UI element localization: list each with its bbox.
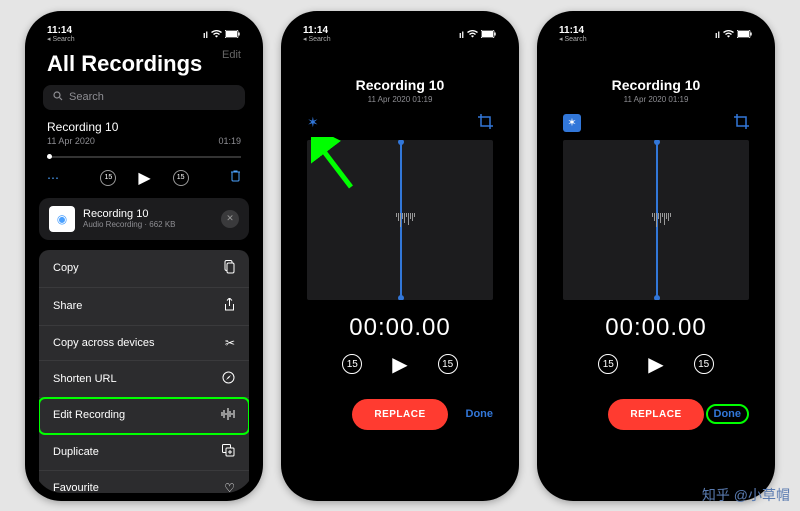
action-copy[interactable]: Copy	[39, 250, 249, 288]
search-input[interactable]: Search	[43, 85, 245, 110]
waveform-display[interactable]	[563, 140, 749, 300]
bottom-actions: REPLACE Done	[545, 381, 767, 430]
skip-back-15-icon[interactable]: 15	[342, 354, 362, 374]
duplicate-icon	[222, 444, 235, 460]
playback-controls: 15 ▶ 15	[289, 348, 511, 381]
action-favourite[interactable]: Favourite ♡	[39, 471, 249, 493]
phone-1-all-recordings: 11:14 ◂ Search ıl Edit All Recordings Se…	[25, 11, 263, 501]
bottom-actions: REPLACE Done	[289, 381, 511, 430]
notch	[345, 11, 455, 33]
done-button[interactable]: Done	[706, 404, 750, 424]
skip-fwd-15-icon[interactable]: 15	[438, 354, 458, 374]
battery-icon	[481, 30, 497, 40]
skip-back-15-icon[interactable]: 15	[598, 354, 618, 374]
share-subtitle: Audio Recording · 662 KB	[83, 220, 213, 229]
edit-subtitle: 11 Apr 2020 01:19	[545, 95, 767, 104]
play-icon[interactable]: ▶	[138, 168, 150, 188]
notch	[89, 11, 199, 33]
edit-header: Recording 10 11 Apr 2020 01:19	[289, 45, 511, 108]
recording-thumbnail-icon: ◉	[49, 206, 75, 232]
screen-2: 11:14 ◂ Search ıl Recording 10 11 Apr 20…	[289, 19, 511, 493]
crop-icon[interactable]	[478, 114, 493, 132]
done-button[interactable]: Done	[466, 408, 494, 420]
magic-wand-active-icon[interactable]: ✶	[563, 114, 581, 132]
heart-icon: ♡	[224, 481, 235, 493]
back-search[interactable]: ◂ Search	[559, 36, 587, 43]
edit-subtitle: 11 Apr 2020 01:19	[289, 95, 511, 104]
edit-title: Recording 10	[545, 77, 767, 93]
timer-display: 00:00.00	[545, 300, 767, 348]
copy-icon	[223, 260, 235, 277]
skip-back-icon[interactable]: 15	[100, 170, 116, 186]
scissors-icon: ✂	[225, 336, 235, 350]
phone-3-edit-done: 11:14 ◂ Search ıl Recording 10 11 Apr 20…	[537, 11, 775, 501]
options-icon[interactable]: ⋯	[47, 171, 59, 185]
playback-controls: 15 ▶ 15	[545, 348, 767, 381]
timer-display: 00:00.00	[289, 300, 511, 348]
search-placeholder: Search	[69, 91, 104, 103]
edit-button[interactable]: Edit	[222, 49, 241, 61]
scrubber[interactable]	[47, 156, 241, 158]
waveform-display[interactable]	[307, 140, 493, 300]
action-edit-recording[interactable]: Edit Recording	[39, 398, 249, 434]
play-icon[interactable]: ▶	[392, 352, 407, 377]
waveform-data	[396, 213, 415, 227]
signal-icon: ıl	[203, 30, 208, 40]
recording-duration: 01:19	[218, 136, 241, 146]
status-time: 11:14	[303, 26, 331, 36]
wifi-icon	[723, 30, 734, 40]
phone-2-edit-screen: 11:14 ◂ Search ıl Recording 10 11 Apr 20…	[281, 11, 519, 501]
battery-icon	[225, 30, 241, 40]
back-search[interactable]: ◂ Search	[47, 36, 75, 43]
crop-icon[interactable]	[734, 114, 749, 132]
edit-tools: ✶	[545, 108, 767, 132]
edit-title: Recording 10	[289, 77, 511, 93]
battery-icon	[737, 30, 753, 40]
signal-icon: ıl	[459, 30, 464, 40]
wifi-icon	[211, 30, 222, 40]
action-copy-across[interactable]: Copy across devices ✂	[39, 326, 249, 361]
status-time: 11:14	[559, 26, 587, 36]
waveform-data	[652, 213, 671, 227]
signal-icon: ıl	[715, 30, 720, 40]
skip-fwd-15-icon[interactable]: 15	[694, 354, 714, 374]
compass-icon	[222, 371, 235, 387]
magic-wand-icon[interactable]: ✶	[307, 114, 319, 132]
action-list: Copy Share Copy across devices ✂ Shorten…	[39, 250, 249, 493]
back-search[interactable]: ◂ Search	[303, 36, 331, 43]
action-shorten-url[interactable]: Shorten URL	[39, 361, 249, 398]
trash-icon[interactable]	[230, 170, 241, 185]
replace-button[interactable]: REPLACE	[608, 399, 703, 430]
status-time: 11:14	[47, 26, 75, 36]
waveform-icon	[221, 408, 235, 423]
close-icon[interactable]: ✕	[221, 210, 239, 228]
watermark: 知乎 @小草帽	[702, 485, 790, 505]
playback-controls: ⋯ 15 ▶ 15	[33, 160, 255, 198]
notch	[601, 11, 711, 33]
play-icon[interactable]: ▶	[648, 352, 663, 377]
share-sheet-header: ◉ Recording 10 Audio Recording · 662 KB …	[39, 198, 249, 240]
screen-3: 11:14 ◂ Search ıl Recording 10 11 Apr 20…	[545, 19, 767, 493]
skip-fwd-icon[interactable]: 15	[173, 170, 189, 186]
replace-button[interactable]: REPLACE	[352, 399, 447, 430]
wifi-icon	[467, 30, 478, 40]
search-icon	[53, 91, 63, 104]
screen-1: 11:14 ◂ Search ıl Edit All Recordings Se…	[33, 19, 255, 493]
action-duplicate[interactable]: Duplicate	[39, 434, 249, 471]
recording-title: Recording 10	[47, 120, 241, 134]
edit-header: Recording 10 11 Apr 2020 01:19	[545, 45, 767, 108]
edit-tools: ✶	[289, 108, 511, 132]
recording-date: 11 Apr 2020	[47, 136, 95, 146]
share-title: Recording 10	[83, 208, 213, 220]
recording-row[interactable]: Recording 10 11 Apr 2020 01:19	[33, 110, 255, 150]
share-icon	[224, 298, 235, 315]
action-share[interactable]: Share	[39, 288, 249, 326]
